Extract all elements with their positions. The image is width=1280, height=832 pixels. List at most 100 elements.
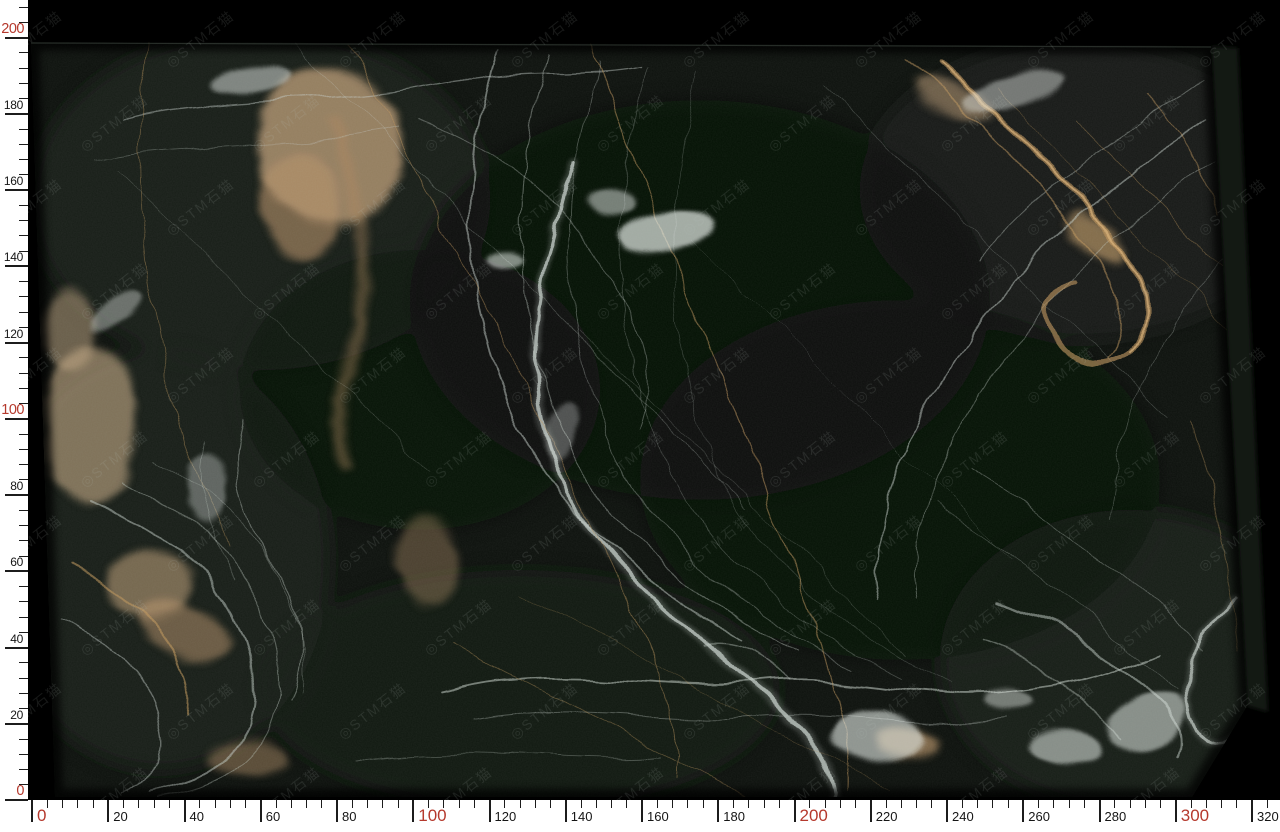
tick <box>840 800 841 808</box>
tick <box>138 800 139 808</box>
ruler-label: 320 <box>1257 810 1279 824</box>
ruler-label: 160 <box>647 810 669 824</box>
tick <box>19 693 28 694</box>
tick <box>1008 800 1009 808</box>
ruler-label: 260 <box>1028 810 1050 824</box>
ruler-label: 280 <box>1105 810 1127 824</box>
tick <box>611 800 612 808</box>
tick <box>412 800 414 822</box>
tick <box>19 7 28 8</box>
tick <box>535 800 536 808</box>
tick <box>459 800 460 808</box>
tick <box>855 800 856 808</box>
tick <box>565 800 567 822</box>
tick <box>5 647 28 649</box>
tick <box>19 617 28 618</box>
tick <box>19 357 28 358</box>
tick <box>1160 800 1161 808</box>
tick <box>504 800 505 808</box>
tick <box>962 800 963 808</box>
left-ruler: 200180160140120100806040200 <box>0 0 28 832</box>
tick <box>19 205 28 206</box>
tick <box>657 800 658 808</box>
tick <box>886 800 887 808</box>
tick <box>19 281 28 282</box>
tick <box>367 800 368 808</box>
tick <box>199 800 200 808</box>
tick <box>47 800 48 808</box>
tick <box>5 494 28 496</box>
tick <box>382 800 383 808</box>
ruler-label: 300 <box>1181 806 1209 825</box>
tick <box>748 800 749 808</box>
stone-slab-scan: ◎STM石猫◎STM石猫◎STM石猫◎STM石猫◎STM石猫◎STM石猫◎STM… <box>0 0 1280 832</box>
marble-slab-photo <box>0 0 1280 832</box>
tick <box>1099 800 1101 822</box>
tick <box>870 800 872 822</box>
tick <box>19 52 28 53</box>
tick <box>672 800 673 808</box>
tick <box>19 586 28 587</box>
ruler-label: 180 <box>0 98 23 113</box>
ruler-label: 80 <box>342 810 356 824</box>
tick <box>1069 800 1070 808</box>
tick <box>489 800 491 822</box>
tick <box>154 800 155 808</box>
tick <box>169 800 170 808</box>
tick <box>5 723 28 725</box>
ruler-label: 0 <box>0 783 24 800</box>
tick <box>1053 800 1054 808</box>
ruler-label: 120 <box>495 810 517 824</box>
tick <box>19 388 28 389</box>
tick <box>19 769 28 770</box>
ruler-label: 120 <box>0 327 23 342</box>
tick <box>733 800 734 808</box>
tick <box>184 800 186 822</box>
tick <box>779 800 780 808</box>
tick <box>19 449 28 450</box>
tick <box>5 189 28 191</box>
tick <box>215 800 216 808</box>
tick <box>19 68 28 69</box>
ruler-label: 140 <box>571 810 593 824</box>
tick <box>19 739 28 740</box>
ruler-label: 0 <box>37 806 46 825</box>
tick <box>336 800 338 822</box>
tick <box>687 800 688 808</box>
tick <box>19 129 28 130</box>
tick <box>260 800 262 822</box>
bottom-ruler: 0204060801001201401601802002202402602803… <box>0 800 1280 832</box>
tick <box>5 570 28 572</box>
tick <box>901 800 902 808</box>
tick <box>291 800 292 808</box>
tick <box>5 265 28 267</box>
tick <box>1175 800 1177 822</box>
tick <box>19 678 28 679</box>
tick <box>520 800 521 808</box>
ruler-label: 100 <box>418 806 446 825</box>
tick <box>77 800 78 808</box>
tick <box>5 342 28 344</box>
tick <box>1130 800 1131 808</box>
tick <box>19 525 28 526</box>
tick <box>123 800 124 808</box>
tick <box>19 434 28 435</box>
tick <box>1022 800 1024 822</box>
tick <box>1145 800 1146 808</box>
tick <box>19 754 28 755</box>
tick <box>19 235 28 236</box>
tick <box>794 800 796 822</box>
tick <box>1038 800 1039 808</box>
tick <box>19 662 28 663</box>
slab-surface <box>0 30 1280 810</box>
tick <box>398 800 399 808</box>
tick <box>717 800 719 822</box>
tick <box>321 800 322 808</box>
tick <box>916 800 917 808</box>
ruler-label: 40 <box>0 632 23 647</box>
ruler-label: 20 <box>0 708 23 723</box>
ruler-label: 100 <box>0 402 24 419</box>
ruler-label: 60 <box>0 555 23 570</box>
ruler-label: 20 <box>113 810 127 824</box>
tick <box>19 220 28 221</box>
